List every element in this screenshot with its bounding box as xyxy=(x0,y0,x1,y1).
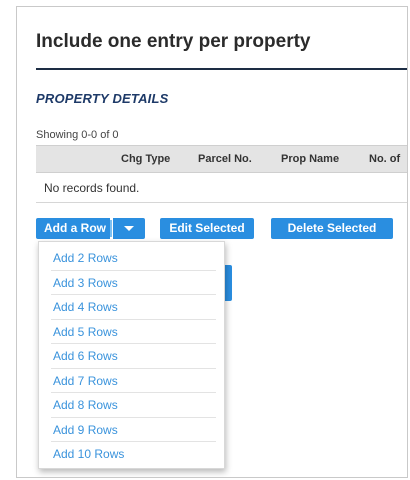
menu-item-label: Add 8 Rows xyxy=(53,398,118,412)
column-header-no-of[interactable]: No. of xyxy=(369,153,400,165)
menu-item-label: Add 4 Rows xyxy=(53,300,118,314)
heading-divider xyxy=(36,68,407,70)
caret-down-icon xyxy=(124,226,134,231)
add-row-button[interactable]: Add a Row xyxy=(36,218,110,239)
menu-item-label: Add 2 Rows xyxy=(53,251,118,265)
column-header-chg-type[interactable]: Chg Type xyxy=(121,153,170,165)
add-row-dropdown-toggle[interactable] xyxy=(113,218,145,239)
menu-item-add-10-rows[interactable]: Add 10 Rows xyxy=(39,442,226,467)
menu-item-add-5-rows[interactable]: Add 5 Rows xyxy=(39,320,226,344)
page-title: Include one entry per property xyxy=(36,31,311,52)
menu-item-add-8-rows[interactable]: Add 8 Rows xyxy=(39,393,226,418)
menu-item-label: Add 3 Rows xyxy=(53,275,118,290)
delete-selected-button[interactable]: Delete Selected xyxy=(271,218,393,239)
menu-item-add-2-rows[interactable]: Add 2 Rows xyxy=(39,246,226,271)
page-frame: Include one entry per property PROPERTY … xyxy=(16,6,408,478)
menu-item-label: Add 7 Rows xyxy=(53,373,118,388)
menu-item-add-9-rows[interactable]: Add 9 Rows xyxy=(39,418,226,442)
empty-row: No records found. xyxy=(36,173,407,203)
records-count: Showing 0-0 of 0 xyxy=(36,129,119,141)
column-header-prop-name[interactable]: Prop Name xyxy=(281,153,339,165)
menu-item-label: Add 6 Rows xyxy=(53,349,118,363)
menu-item-add-6-rows[interactable]: Add 6 Rows xyxy=(39,344,226,369)
add-rows-dropdown-menu: Add 2 Rows Add 3 Rows Add 4 Rows Add 5 R… xyxy=(38,241,225,469)
menu-item-add-4-rows[interactable]: Add 4 Rows xyxy=(39,295,226,320)
edit-selected-button[interactable]: Edit Selected xyxy=(160,218,254,239)
menu-item-add-7-rows[interactable]: Add 7 Rows xyxy=(39,369,226,393)
menu-item-label: Add 5 Rows xyxy=(53,324,118,339)
split-divider xyxy=(110,220,112,237)
column-header-parcel-no[interactable]: Parcel No. xyxy=(198,153,252,165)
section-title: PROPERTY DETAILS xyxy=(36,91,169,106)
empty-message: No records found. xyxy=(44,181,140,195)
grid-header: Chg Type Parcel No. Prop Name No. of xyxy=(36,145,407,173)
menu-item-label: Add 9 Rows xyxy=(53,422,118,437)
menu-item-label: Add 10 Rows xyxy=(53,447,125,461)
menu-item-add-3-rows[interactable]: Add 3 Rows xyxy=(39,271,226,295)
